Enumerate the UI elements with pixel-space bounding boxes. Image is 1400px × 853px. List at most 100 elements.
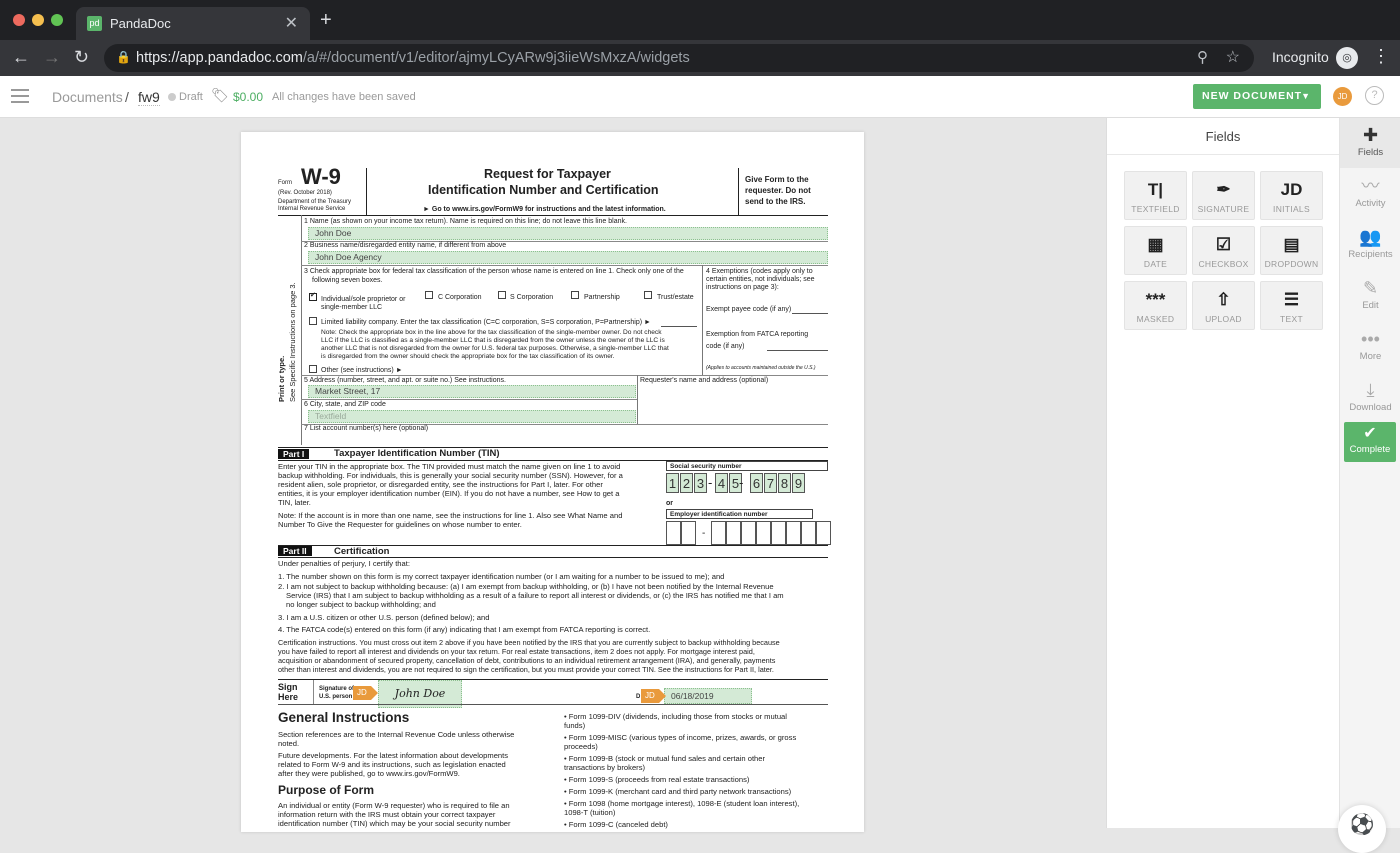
gi-text: noted.	[278, 739, 300, 748]
form-list-item: transactions by brokers)	[564, 763, 646, 772]
new-tab-button[interactable]: +	[320, 9, 332, 32]
ssn-digit-box[interactable]: 1	[666, 473, 679, 493]
rail-item-activity[interactable]: 〰 Activity	[1340, 169, 1400, 219]
ssn-digit-box[interactable]: 7	[764, 473, 777, 493]
applies-note: (Applies to accounts maintained outside …	[706, 365, 816, 371]
individual-checkbox[interactable]	[309, 291, 317, 301]
partnership-checkbox[interactable]	[571, 291, 579, 299]
text-icon: ☰	[1283, 290, 1300, 309]
rail-item-recipients[interactable]: 👥 Recipients	[1340, 220, 1400, 270]
rail-item-download[interactable]: ⤓ Download	[1340, 373, 1400, 423]
chat-widget-button[interactable]: ⚽	[1338, 805, 1386, 853]
business-name-field[interactable]: John Doe Agency	[308, 251, 828, 264]
field-tile-initials[interactable]: JD INITIALS	[1260, 171, 1323, 220]
breadcrumb-separator: /	[125, 89, 129, 105]
ein-digit-box[interactable]	[756, 521, 771, 545]
incognito-icon[interactable]: ◎	[1336, 47, 1358, 69]
ssn-digit-box[interactable]: 9	[792, 473, 805, 493]
close-window-button[interactable]	[13, 14, 25, 26]
new-document-button[interactable]: NEW DOCUMENT ▼	[1193, 84, 1321, 109]
puzzle-icon: ✚	[1362, 125, 1379, 145]
help-icon[interactable]: ?	[1365, 86, 1384, 105]
maximize-window-button[interactable]	[51, 14, 63, 26]
fatca-label: Exemption from FATCA reporting	[706, 331, 809, 338]
c-corporation-checkbox[interactable]	[425, 291, 433, 299]
field-tile-masked[interactable]: *** MASKED	[1124, 281, 1187, 330]
ein-digit-box[interactable]	[816, 521, 831, 545]
breadcrumb-documents[interactable]: Documents	[52, 89, 123, 105]
complete-button[interactable]: ✔ Complete	[1344, 422, 1396, 462]
browser-tab-bar: pd PandaDoc ✕ +	[0, 0, 1400, 40]
name-field[interactable]: John Doe	[308, 227, 828, 240]
cert-item: no longer subject to backup withholding;…	[286, 600, 436, 609]
ein-digit-box[interactable]	[666, 521, 681, 545]
pandadoc-favicon-icon: pd	[87, 16, 102, 31]
form-list-item: • Form 1099-MISC (various types of incom…	[564, 733, 797, 742]
ssn-digit-box[interactable]: 2	[680, 473, 693, 493]
ssn-digit-box[interactable]: 3	[694, 473, 707, 493]
trust-estate-checkbox[interactable]	[644, 291, 652, 299]
address-bar: ← → ↻ 🔒 https://app.pandadoc.com/a/#/doc…	[0, 40, 1400, 76]
browser-menu-icon[interactable]: ⋮	[1372, 46, 1390, 67]
form-goto-link: ► Go to www.irs.gov/FormW9 for instructi…	[423, 206, 666, 213]
url-path: /a/#/document/v1/editor/ajmyLCyARw9j3iie…	[302, 50, 690, 66]
bookmark-star-icon[interactable]: ☆	[1226, 47, 1240, 67]
assignee-tag[interactable]: JD	[641, 689, 666, 703]
rail-item-more[interactable]: ••• More	[1340, 322, 1400, 372]
url-input[interactable]: 🔒 https://app.pandadoc.com/a/#/document/…	[104, 44, 1254, 72]
masked-icon: ***	[1145, 290, 1166, 309]
document-price[interactable]: $0.00	[233, 90, 263, 104]
edit-icon: ✎	[1362, 278, 1379, 298]
address-field[interactable]: Market Street, 17	[308, 385, 636, 398]
price-tag-icon: 🏷	[211, 87, 229, 103]
ein-digit-box[interactable]	[741, 521, 756, 545]
field-tile-date[interactable]: ▦ DATE	[1124, 226, 1187, 275]
ein-digit-box[interactable]	[801, 521, 816, 545]
ssn-digit-box[interactable]: 6	[750, 473, 763, 493]
forward-icon[interactable]: →	[43, 47, 61, 68]
ein-digit-box[interactable]	[681, 521, 696, 545]
back-icon[interactable]: ←	[12, 47, 30, 68]
llc-checkbox[interactable]	[309, 317, 317, 325]
document-page: Form W-9 (Rev. October 2018) Department …	[241, 132, 864, 832]
reload-icon[interactable]: ↻	[74, 47, 89, 68]
ein-digit-box[interactable]	[726, 521, 741, 545]
ssn-digit-box[interactable]: 8	[778, 473, 791, 493]
hamburger-menu-icon[interactable]	[11, 89, 29, 103]
field-tile-text[interactable]: ☰ TEXT	[1260, 281, 1323, 330]
right-rail: ✚ Fields 〰 Activity 👥 Recipients ✎ Edit ••• More ⤓…	[1339, 118, 1400, 828]
minimize-window-button[interactable]	[32, 14, 44, 26]
avatar[interactable]: JD	[1333, 87, 1352, 106]
ein-digit-box[interactable]	[786, 521, 801, 545]
assignee-tag[interactable]: JD	[353, 686, 378, 700]
document-name[interactable]: fw9	[138, 89, 160, 106]
form-revision: (Rev. October 2018)	[278, 190, 332, 196]
part1-text: entities, it is your employer identifica…	[278, 489, 620, 498]
download-icon: ⤓	[1366, 380, 1375, 400]
ein-digit-box[interactable]	[711, 521, 726, 545]
ein-digit-box[interactable]	[771, 521, 786, 545]
field-tile-label: DROPDOWN	[1264, 259, 1319, 269]
form-list-item: 1098-T (tuition)	[564, 808, 616, 817]
field-tile-signature[interactable]: ✒ SIGNATURE	[1192, 171, 1255, 220]
save-status: All changes have been saved	[272, 91, 416, 103]
chevron-down-icon: ▼	[1301, 91, 1311, 101]
city-state-zip-field[interactable]: Textfield	[308, 410, 636, 423]
ssn-digit-box[interactable]: 4	[715, 473, 728, 493]
field-tile-dropdown[interactable]: ▤ DROPDOWN	[1260, 226, 1323, 275]
rail-item-label: Fields	[1357, 147, 1384, 158]
browser-tab[interactable]: pd PandaDoc ✕	[76, 7, 310, 40]
s-corporation-checkbox[interactable]	[498, 291, 506, 299]
rail-item-fields[interactable]: ✚ Fields	[1340, 118, 1400, 168]
recipients-icon: 👥	[1359, 227, 1382, 247]
zoom-icon[interactable]: ⚲	[1197, 48, 1208, 66]
rail-item-edit[interactable]: ✎ Edit	[1340, 271, 1400, 321]
field-tile-textfield[interactable]: T| TEXTFIELD	[1124, 171, 1187, 220]
field-tile-checkbox[interactable]: ☑ CHECKBOX	[1192, 226, 1255, 275]
other-checkbox[interactable]	[309, 365, 317, 373]
date-field[interactable]: 06/18/2019	[664, 688, 752, 704]
part1-note: Note: If the account is in more than one…	[278, 511, 623, 520]
close-tab-icon[interactable]: ✕	[285, 13, 298, 33]
rail-item-label: Edit	[1362, 300, 1379, 311]
field-tile-upload[interactable]: ⇧ UPLOAD	[1192, 281, 1255, 330]
